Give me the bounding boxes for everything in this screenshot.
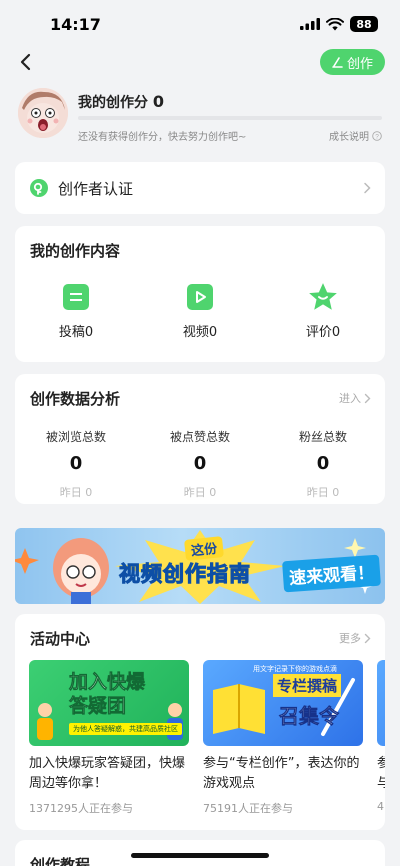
nav-bar: 创作 [0, 48, 400, 78]
back-button[interactable] [12, 48, 38, 76]
activity-image-partial [377, 660, 385, 746]
my-content-card: 我的创作内容 投稿0 视频0 评价0 [15, 226, 385, 362]
activity-participants: 1371295人正在参与 [29, 802, 133, 815]
certification-label: 创作者认证 [58, 180, 134, 198]
stat-likes: 被点赞总数 0 昨日 0 [145, 428, 255, 500]
qa-team-image-strip: 为他人答疑解惑，共建高品质社区 [69, 723, 182, 735]
battery-indicator: 88 [350, 16, 378, 32]
home-indicator [131, 853, 269, 858]
wifi-icon [326, 17, 344, 30]
activity-image-column-writing: 用文字记录下你的游戏点滴 专栏撰稿 召集令 [203, 660, 363, 746]
my-content-title: 我的创作内容 [30, 242, 121, 260]
activity-participants: 4 [377, 800, 384, 813]
qa-team-image-title: 加入快爆 答疑团 [69, 671, 146, 718]
column-writing-image-title: 专栏撰稿 [273, 674, 342, 697]
stat-fans-label: 粉丝总数 [298, 430, 347, 444]
reviews-label: 评价0 [305, 325, 341, 340]
activity-participants: 75191人正在参与 [203, 802, 293, 815]
stat-views-label: 被浏览总数 [45, 430, 106, 444]
help-icon: ? [372, 130, 382, 141]
post-icon [63, 284, 89, 310]
stat-likes-yesterday: 昨日 0 [183, 486, 217, 499]
activity-more-link[interactable]: 更多 [339, 630, 371, 646]
creation-score: 我的创作分 0 [78, 92, 164, 112]
analysis-title: 创作数据分析 [30, 390, 121, 408]
stat-views: 被浏览总数 0 昨日 0 [21, 428, 131, 500]
pen-icon [332, 56, 343, 68]
stat-likes-label: 被点赞总数 [169, 430, 230, 444]
status-bar: 14:17 88 [0, 0, 400, 48]
activity-item-column-writing[interactable]: 用文字记录下你的游戏点滴 专栏撰稿 召集令 参与“专栏创作”，表达你的游戏观点 … [203, 660, 363, 816]
star-icon [309, 283, 337, 310]
content-item-videos[interactable]: 视频0 [155, 284, 245, 340]
column-writing-badge: 用文字记录下你的游戏点滴 [253, 665, 337, 673]
creator-certification-row[interactable]: 创作者认证 [15, 162, 385, 214]
create-button[interactable]: 创作 [319, 49, 385, 75]
activity-desc: 加入快爆玩家答疑团，快爆周边等你拿！ [29, 756, 186, 791]
certification-icon [30, 179, 48, 197]
avatar-image [18, 88, 68, 138]
stat-fans-yesterday: 昨日 0 [306, 486, 340, 499]
chevron-right-icon [364, 633, 371, 643]
activity-center-card: 活动中心 更多 加入快爆 答疑团 为他人答疑解惑，共建高品质社区 加入快爆玩家答… [15, 614, 385, 830]
stat-likes-value: 0 [193, 453, 207, 474]
activity-title: 活动中心 [30, 630, 91, 648]
create-button-label: 创作 [346, 56, 373, 72]
chevron-right-icon [364, 393, 371, 403]
more-label: 更多 [339, 632, 361, 645]
videos-label: 视频0 [182, 325, 218, 340]
banner-character-illustration [53, 538, 109, 604]
activity-item-partial[interactable]: 参与 4 [377, 660, 385, 813]
stat-views-value: 0 [69, 453, 83, 474]
content-item-reviews[interactable]: 评价0 [278, 283, 368, 340]
stat-fans: 粉丝总数 0 昨日 0 [268, 428, 378, 500]
activity-image-qa-team: 加入快爆 答疑团 为他人答疑解惑，共建高品质社区 [29, 660, 189, 746]
score-tip: 还没有获得创作分，快去努力创作吧~ [78, 132, 247, 143]
video-guide-banner[interactable]: 这份 视频创作指南 速来观看！ [15, 528, 385, 604]
growth-guide-label: 成长说明 [329, 132, 369, 143]
stat-views-yesterday: 昨日 0 [59, 486, 93, 499]
score-label: 我的创作分 [78, 95, 148, 111]
status-icons: 88 [300, 16, 378, 32]
video-icon [187, 284, 213, 310]
column-writing-image-subtitle: 召集令 [279, 704, 340, 729]
analysis-enter-link[interactable]: 进入 [339, 390, 371, 406]
enter-label: 进入 [339, 392, 361, 405]
tutorial-title: 创作教程 [30, 856, 91, 866]
banner-headline: 视频创作指南 [119, 562, 251, 587]
status-time: 14:17 [50, 14, 101, 34]
score-progress-bar [78, 116, 382, 120]
score-value: 0 [152, 92, 165, 111]
stat-fans-value: 0 [316, 453, 330, 474]
creator-profile: 我的创作分 0 还没有获得创作分，快去努力创作吧~ 成长说明 ? [18, 88, 388, 144]
creation-analysis-card: 创作数据分析 进入 被浏览总数 0 昨日 0 被点赞总数 0 昨日 0 粉丝总数… [15, 374, 385, 504]
activity-item-qa-team[interactable]: 加入快爆 答疑团 为他人答疑解惑，共建高品质社区 加入快爆玩家答疑团，快爆周边等… [29, 660, 189, 816]
avatar[interactable] [18, 88, 68, 138]
signal-icon [300, 18, 320, 30]
chevron-right-icon [364, 182, 371, 194]
growth-guide-link[interactable]: 成长说明 ? [329, 128, 382, 143]
activity-desc: 参与“专栏创作”，表达你的游戏观点 [203, 756, 360, 791]
content-item-posts[interactable]: 投稿0 [31, 284, 121, 340]
svg-text:?: ? [375, 133, 379, 140]
posts-label: 投稿0 [58, 325, 94, 340]
activity-desc: 参与 [377, 756, 385, 791]
back-arrow-icon [20, 53, 31, 71]
